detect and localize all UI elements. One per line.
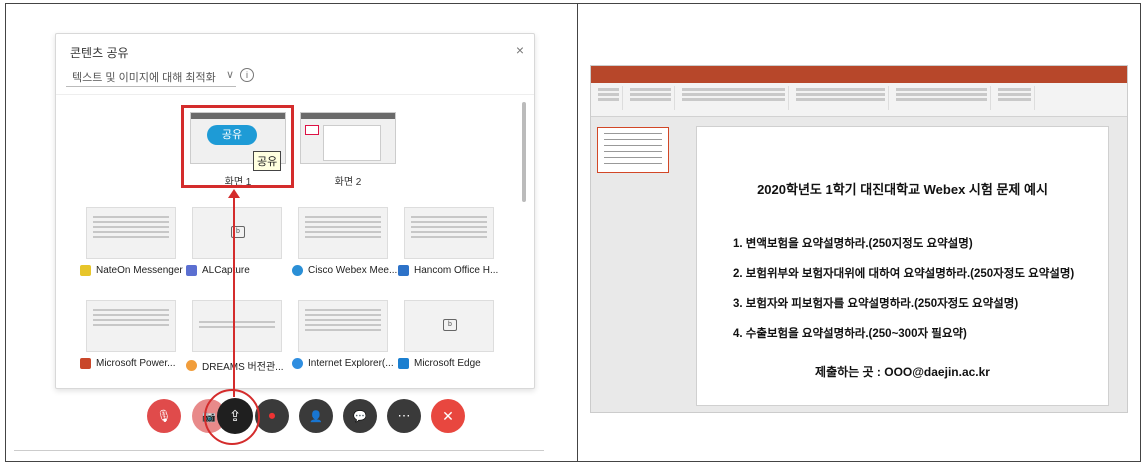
app-tile-alcapture[interactable]: b ALCapture: [186, 207, 292, 276]
submit-line: 제출하는 곳 : OOO@daejin.ac.kr: [815, 365, 990, 379]
app-thumbnail: [298, 300, 388, 352]
app-tile-edge[interactable]: b Microsoft Edge: [398, 300, 504, 369]
screen-2-label: 화면 2: [334, 177, 362, 188]
app-label: Cisco Webex Mee...: [308, 265, 398, 276]
app-thumbnail: [404, 207, 494, 259]
app-tile-powerpoint[interactable]: Microsoft Power...: [80, 300, 186, 369]
app-label: Internet Explorer(...: [308, 358, 394, 369]
mic-off-icon: 🎙: [156, 409, 172, 423]
question-1: 1. 변액보험을 요약설명하라.(250지정도 요약설명): [733, 238, 973, 250]
chat-button[interactable]: 💬: [343, 399, 377, 433]
slide-canvas[interactable]: 2020학년도 1학기 대진대학교 Webex 시험 문제 예시 1. 변액보험…: [696, 126, 1109, 406]
app-thumbnail: b: [192, 207, 282, 259]
highlight-box: [181, 105, 294, 188]
ribbon-group: [595, 86, 623, 110]
app-label: NateOn Messenger: [96, 265, 183, 276]
participants-icon: 👤: [309, 410, 323, 423]
app-label: Hancom Office H...: [414, 265, 499, 276]
slide-title: 2020학년도 1학기 대진대학교 Webex 시험 문제 예시: [757, 182, 1048, 197]
dialog-title: 콘텐츠 공유: [70, 46, 129, 60]
app-tile-hancom[interactable]: Hancom Office H...: [398, 207, 504, 276]
thumb-document: [323, 125, 381, 161]
thumb-slide: [305, 125, 319, 135]
ribbon-group: [627, 86, 675, 110]
close-icon[interactable]: ×: [516, 42, 524, 58]
app-thumbnail: [298, 207, 388, 259]
dreams-icon: [186, 360, 197, 371]
ppt-ribbon-tabs: [591, 75, 1127, 83]
chevron-down-icon: ∨: [225, 69, 234, 81]
ribbon-group: [793, 86, 889, 110]
app-label: ALCapture: [202, 265, 250, 276]
question-2: 2. 보험위부와 보험자대위에 대하여 요약설명하라.(250자정도 요약설명): [733, 268, 1075, 280]
question-3: 3. 보험자와 피보험자를 요약설명하라.(250자정도 요약설명): [733, 298, 1019, 310]
arrow-head: [228, 189, 240, 198]
powerpoint-window: 2020학년도 1학기 대진대학교 Webex 시험 문제 예시 1. 변액보험…: [590, 65, 1128, 413]
powerpoint-icon: [80, 358, 91, 369]
chat-icon: 💬: [353, 410, 367, 423]
screen-2-thumbnail[interactable]: [300, 112, 396, 164]
app-tile-webex[interactable]: Cisco Webex Mee...: [292, 207, 398, 276]
app-label: DREAMS 버전관...: [202, 362, 284, 373]
participants-button[interactable]: 👤: [299, 399, 333, 433]
record-icon: ⏺: [268, 408, 276, 423]
record-button[interactable]: ⏺: [255, 399, 289, 433]
panel-divider: [577, 3, 578, 462]
window-icon: b: [443, 319, 457, 331]
app-tile-nateon[interactable]: NateOn Messenger: [80, 207, 186, 276]
share-button-highlight: [204, 389, 260, 445]
ppt-titlebar: [591, 66, 1127, 75]
ribbon-group: [893, 86, 991, 110]
ribbon-group: [679, 86, 789, 110]
screen-2-tile[interactable]: 화면 2: [300, 112, 396, 188]
nateon-icon: [80, 265, 91, 276]
more-button[interactable]: ⋯: [387, 399, 421, 433]
leave-button[interactable]: ✕: [431, 399, 465, 433]
info-icon[interactable]: i: [240, 68, 254, 82]
app-thumbnail: [86, 300, 176, 352]
thumb-titlebar: [301, 113, 395, 119]
ribbon-group: [995, 86, 1035, 110]
app-tile-ie[interactable]: Internet Explorer(...: [292, 300, 398, 369]
ppt-ribbon: [591, 83, 1127, 117]
webex-icon: [292, 265, 303, 276]
annotation-arrow: [233, 196, 235, 397]
app-label: Microsoft Edge: [414, 358, 481, 369]
slide-thumbnail[interactable]: [597, 127, 669, 173]
app-label: Microsoft Power...: [96, 358, 176, 369]
mute-button[interactable]: 🎙: [147, 399, 181, 433]
ie-icon: [292, 358, 303, 369]
bottom-rule: [14, 450, 544, 451]
close-icon: ✕: [442, 407, 454, 424]
app-tile-dreams[interactable]: DREAMS 버전관...: [186, 300, 292, 373]
edge-icon: [398, 358, 409, 369]
slide-thumbnail-pane: [591, 119, 679, 412]
question-4: 4. 수출보험을 요약설명하라.(250~300자 필요약): [733, 328, 967, 340]
more-icon: ⋯: [397, 408, 411, 423]
scrollbar[interactable]: [522, 102, 526, 202]
dialog-separator: [56, 94, 534, 95]
alcapture-icon: [186, 265, 197, 276]
app-thumbnail: b: [404, 300, 494, 352]
app-thumbnail: [86, 207, 176, 259]
hancom-icon: [398, 265, 409, 276]
optimize-select-value: 텍스트 및 이미지에 대해 최적화: [72, 72, 216, 84]
optimize-select[interactable]: 텍스트 및 이미지에 대해 최적화 ∨: [66, 65, 236, 87]
app-thumbnail: [192, 300, 282, 352]
